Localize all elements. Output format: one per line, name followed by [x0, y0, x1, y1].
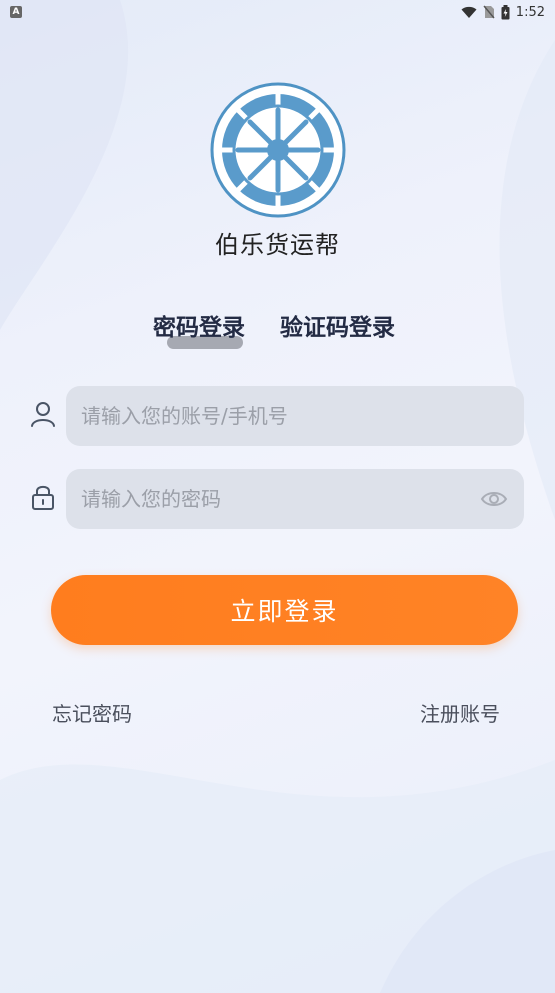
password-field-row — [28, 469, 528, 529]
eye-icon[interactable] — [480, 485, 508, 513]
login-method-tabs: 密码登录 验证码登录 — [150, 308, 410, 358]
tab-verification-code-login[interactable]: 验证码登录 — [280, 308, 395, 342]
account-field-row — [28, 386, 528, 446]
account-input-box — [66, 386, 524, 446]
wifi-icon — [461, 6, 477, 18]
user-icon — [31, 402, 55, 427]
status-bar: A 1:52 — [0, 0, 555, 24]
lock-icon — [32, 485, 54, 510]
battery-charging-icon — [501, 4, 510, 19]
notification-app-icon: A — [10, 6, 22, 18]
forgot-password-link[interactable]: 忘记密码 — [52, 698, 132, 727]
tab-password-login[interactable]: 密码登录 — [153, 308, 245, 342]
app-logo-wheel-icon — [210, 82, 346, 218]
login-button[interactable]: 立即登录 — [51, 575, 518, 645]
password-input-box — [66, 469, 524, 529]
no-sim-icon — [483, 5, 495, 19]
account-input[interactable] — [81, 404, 461, 428]
password-input[interactable] — [81, 487, 461, 511]
app-name: 伯乐货运帮 — [215, 231, 340, 259]
status-time: 1:52 — [515, 4, 545, 20]
register-account-link[interactable]: 注册账号 — [420, 698, 500, 727]
